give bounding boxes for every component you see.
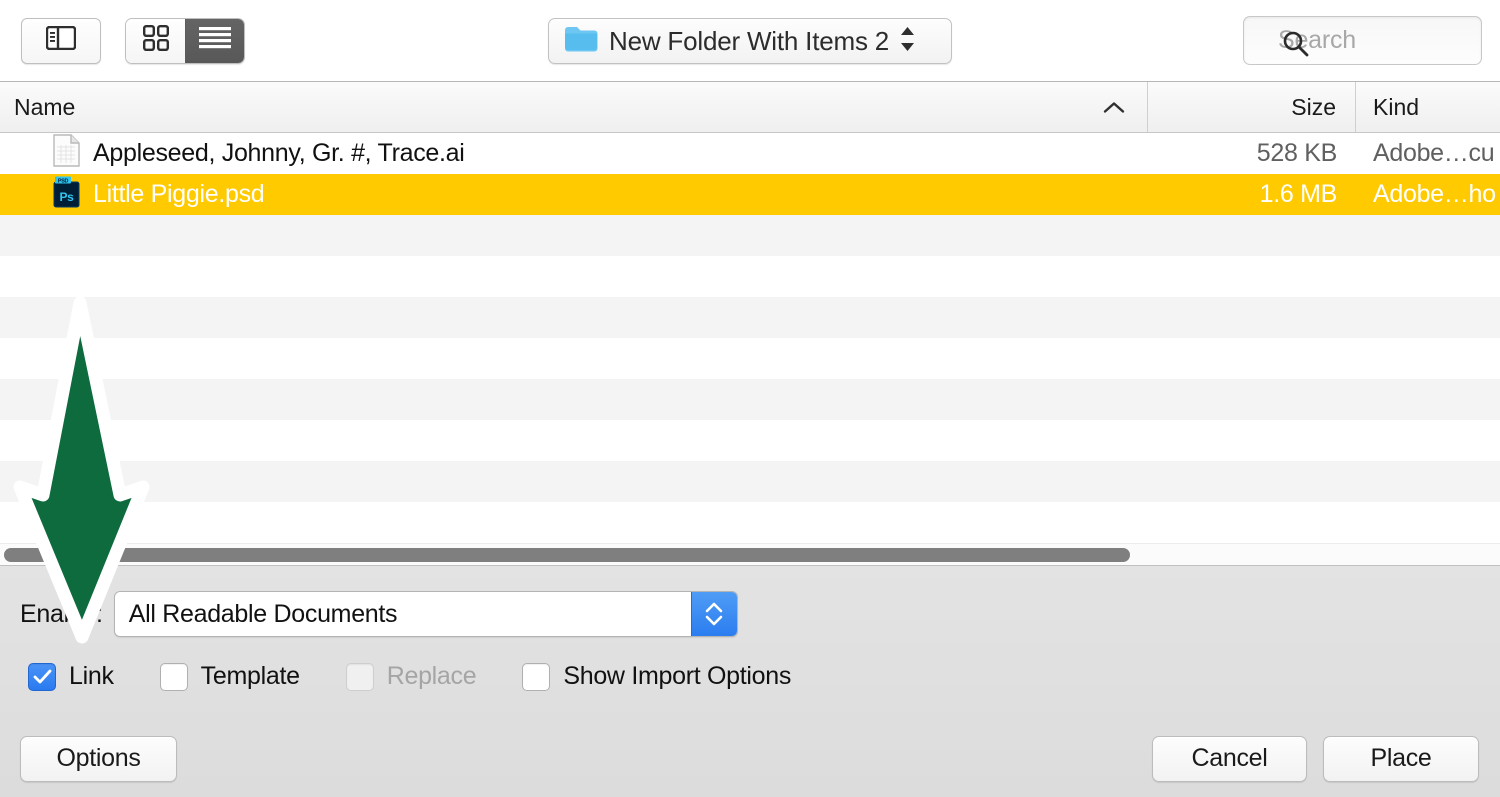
- folder-icon: [564, 25, 598, 57]
- current-folder-name: New Folder With Items 2: [609, 25, 890, 56]
- file-kind-cell: Adobe…cu: [1373, 139, 1495, 167]
- photoshop-document-icon: PSD Ps: [53, 175, 80, 215]
- column-header-size[interactable]: Size: [1148, 82, 1356, 132]
- column-header-kind-label: Kind: [1373, 93, 1420, 120]
- empty-row: [0, 461, 1500, 502]
- checkbox-label: Link: [69, 662, 114, 690]
- column-header-name-label: Name: [14, 93, 76, 120]
- chevron-up-icon: [1103, 94, 1125, 121]
- file-name-cell: PSD Ps Little Piggie.psd: [0, 175, 1148, 215]
- dialog-button-row: Options Cancel Place: [0, 720, 1500, 797]
- svg-text:Ps: Ps: [59, 190, 74, 204]
- horizontal-scrollbar-thumb[interactable]: [4, 547, 1130, 562]
- checkbox-box[interactable]: [159, 662, 188, 691]
- column-header-size-label: Size: [1291, 93, 1336, 120]
- checkbox-link[interactable]: Link: [28, 662, 114, 691]
- list-view-button[interactable]: [185, 18, 244, 63]
- view-controls: [0, 17, 245, 64]
- empty-row: [0, 215, 1500, 256]
- open-file-dialog: New Folder With Items 2 Search Name Size…: [0, 0, 1500, 797]
- empty-row: [0, 420, 1500, 461]
- column-header-kind[interactable]: Kind: [1356, 82, 1500, 132]
- file-name-label: Little Piggie.psd: [93, 180, 265, 208]
- cancel-button-label: Cancel: [1191, 744, 1268, 772]
- empty-row: [0, 256, 1500, 297]
- dialog-bottom-panel: Enable: All Readable Documents Link Temp…: [0, 565, 1500, 797]
- sidebar-toggle-button[interactable]: [21, 17, 101, 64]
- checkbox-label: Show Import Options: [563, 662, 792, 690]
- checkbox-replace: Replace: [345, 662, 477, 691]
- empty-row: [0, 297, 1500, 338]
- empty-row: [0, 338, 1500, 379]
- search-field[interactable]: Search: [1243, 16, 1482, 65]
- svg-text:PSD: PSD: [58, 178, 69, 184]
- checkmark-icon: [33, 669, 51, 684]
- file-list[interactable]: Appleseed, Johnny, Gr. #, Trace.ai 528 K…: [0, 133, 1500, 565]
- enable-selected-value: All Readable Documents: [128, 599, 398, 628]
- options-button-label: Options: [56, 744, 141, 772]
- current-folder-popup-button[interactable]: New Folder With Items 2: [548, 18, 952, 64]
- enable-row: Enable: All Readable Documents: [0, 566, 1500, 637]
- checkbox-show-import-options[interactable]: Show Import Options: [522, 662, 791, 691]
- grid-view-icon: [142, 25, 169, 56]
- file-name-label: Appleseed, Johnny, Gr. #, Trace.ai: [93, 139, 465, 167]
- horizontal-scrollbar[interactable]: [0, 543, 1500, 565]
- table-row[interactable]: Appleseed, Johnny, Gr. #, Trace.ai 528 K…: [0, 133, 1500, 174]
- checkbox-box[interactable]: [522, 662, 551, 691]
- checkbox-template[interactable]: Template: [159, 662, 300, 691]
- dialog-toolbar: New Folder With Items 2 Search: [0, 0, 1500, 82]
- enable-label: Enable:: [20, 599, 103, 628]
- empty-row: [0, 502, 1500, 543]
- column-header-name[interactable]: Name: [0, 82, 1148, 132]
- file-size-cell: 528 KB: [1256, 139, 1338, 167]
- column-header-row: Name Size Kind: [0, 82, 1500, 133]
- checkbox-box[interactable]: [28, 662, 56, 691]
- file-name-cell: Appleseed, Johnny, Gr. #, Trace.ai: [0, 133, 1148, 174]
- icon-view-button[interactable]: [126, 18, 185, 63]
- sidebar-toggle-icon: [45, 25, 77, 55]
- stepper-up-down-icon[interactable]: [690, 592, 737, 636]
- chevron-up-down-icon: [899, 25, 916, 58]
- generic-document-icon: [53, 133, 80, 174]
- file-size-cell: 1.6 MB: [1259, 180, 1338, 208]
- cancel-button[interactable]: Cancel: [1152, 735, 1307, 782]
- import-options-row: Link Template Replace Show Import Option…: [0, 637, 1500, 691]
- list-view-icon: [199, 26, 231, 55]
- checkbox-box: [345, 662, 374, 691]
- checkbox-label: Replace: [386, 662, 477, 690]
- options-button[interactable]: Options: [20, 735, 177, 782]
- view-mode-segmented-control[interactable]: [125, 17, 245, 64]
- file-kind-cell: Adobe…ho: [1373, 180, 1496, 208]
- search-icon: [1282, 30, 1309, 62]
- place-button[interactable]: Place: [1323, 735, 1479, 782]
- place-button-label: Place: [1370, 744, 1432, 772]
- table-row[interactable]: PSD Ps Little Piggie.psd 1.6 MB Adobe…ho: [0, 174, 1500, 215]
- enable-popup-button[interactable]: All Readable Documents: [113, 591, 738, 637]
- checkbox-label: Template: [200, 662, 300, 690]
- empty-row: [0, 379, 1500, 420]
